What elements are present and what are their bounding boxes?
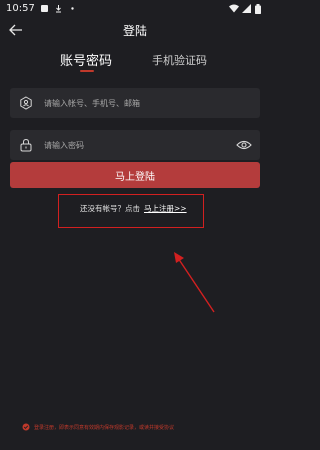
page-title: 登陆 — [122, 23, 147, 38]
login-button[interactable]: 马上登陆 — [10, 162, 260, 188]
annotation-arrow-icon — [174, 252, 215, 313]
user-icon — [18, 95, 34, 111]
tab-sms-code[interactable]: 手机验证码 — [152, 52, 207, 68]
password-field[interactable] — [10, 130, 260, 160]
active-tab-indicator — [80, 70, 94, 72]
account-input[interactable] — [44, 98, 214, 108]
status-right — [229, 3, 264, 14]
more-dot-icon — [68, 4, 77, 13]
register-prompt: 还没有帐号？点击 马上注册>> — [80, 203, 187, 214]
battery-icon — [255, 3, 264, 14]
agreement-row[interactable]: 登录注册，即表示同意有效期内保存观影记录，或读并接受协议 — [22, 423, 262, 431]
password-input[interactable] — [44, 140, 214, 150]
agreement-text: 登录注册，即表示同意有效期内保存观影记录，或读并接受协议 — [34, 424, 175, 431]
signal-icon — [242, 3, 251, 13]
show-password-eye-icon[interactable] — [236, 137, 252, 153]
top-bar: 登陆 — [0, 16, 270, 44]
register-prompt-text: 还没有帐号？点击 — [80, 204, 140, 213]
account-field[interactable] — [10, 88, 260, 118]
notification-square-icon — [40, 4, 49, 13]
status-left: 10:57 — [6, 3, 77, 14]
wifi-icon — [229, 4, 239, 13]
status-bar: 10:57 — [0, 0, 270, 16]
status-time: 10:57 — [6, 2, 35, 14]
download-icon — [54, 4, 63, 13]
login-tabs: 账号密码 手机验证码 — [0, 46, 270, 72]
back-arrow-icon[interactable] — [8, 22, 24, 38]
tab-account-password[interactable]: 账号密码 — [60, 50, 112, 69]
register-link[interactable]: 马上注册>> — [144, 204, 187, 213]
agreement-check-icon[interactable] — [22, 423, 30, 431]
lock-icon — [18, 137, 34, 153]
